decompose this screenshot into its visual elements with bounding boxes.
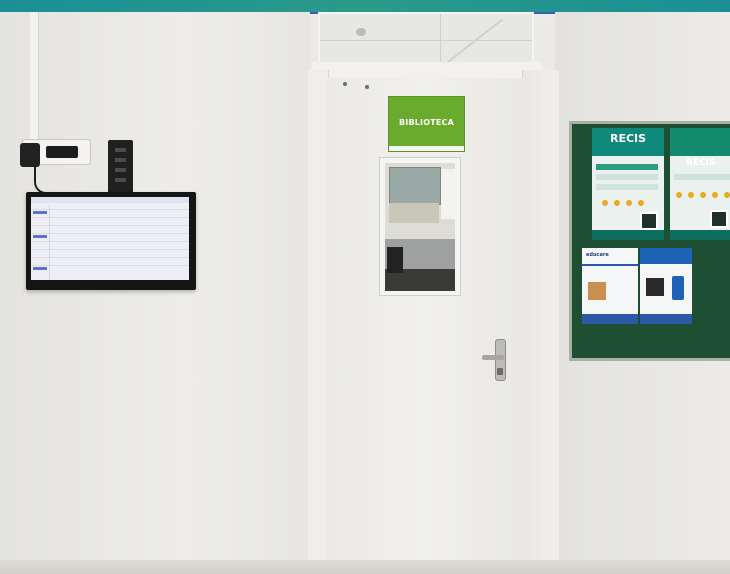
tv-table-line [31,233,189,234]
door-screw [365,85,369,89]
poster-footer [670,230,730,240]
poster-footer [592,230,664,240]
flyer-footer [582,314,638,324]
ceiling-light [356,28,366,36]
tv-table-line [31,257,189,258]
power-adapter [20,143,40,167]
qr-code-icon [710,210,728,228]
door-frame-right [522,70,559,574]
power-cable [34,166,60,194]
door-sign-footer [389,146,464,151]
box-port [115,158,126,162]
tv-table-line [31,249,189,250]
poster-text-strip [596,164,658,170]
door-sign: BIBLIOTECA [388,96,465,152]
poster-logo: RECIS [610,132,647,145]
bulletin-board: RECIS RECIS educare [569,121,730,361]
power-adapter [46,146,78,158]
tv-table-line [31,265,189,266]
tv-screen [31,197,189,280]
flyer-title: educare [586,252,609,258]
tv-table-line [31,225,189,226]
library-door[interactable] [326,78,524,574]
tv-table-line [31,209,189,210]
tv-table-marker [33,267,47,270]
wall-conduit [30,12,39,140]
tv-table-line [31,241,189,242]
tv-table-line [31,217,189,218]
door-lintel [312,62,542,79]
poster-text-strip [596,184,658,190]
photo-scene: BIBLIOTECA RECIS RECIS educare [0,0,730,574]
poster-icons [674,190,730,200]
educare-flyer: educare [582,248,638,324]
wall-tv [26,192,196,290]
left-wall [0,12,310,574]
door-sign-label: BIBLIOTECA [398,118,455,127]
app-flyer [640,248,692,324]
tv-table-marker [33,235,47,238]
poster-text-strip [596,174,658,180]
door-handle[interactable] [482,355,504,360]
box-port [115,168,126,172]
box-port [115,148,126,152]
ceiling-grid-line [320,40,532,41]
keyhole [497,368,503,375]
window-glass [385,163,455,291]
flyer-photo [588,282,606,300]
poster-text-strip [674,174,730,180]
recis-poster: RECIS [592,128,664,240]
floor [0,560,730,574]
poster-header [670,128,730,156]
flyer-footer [640,314,692,324]
tv-table-marker [33,211,47,214]
flyer-header [640,248,692,264]
interior-window [441,169,455,219]
ceiling-grid-line [440,14,441,68]
poster-logo: RECIS [686,158,716,168]
box-port [115,178,126,182]
interior-shelf [389,203,439,223]
qr-code-icon [640,212,658,230]
qr-code-icon [646,278,664,296]
door-window [379,157,461,296]
recis-poster: RECIS [670,128,730,240]
poster-icons [600,198,650,208]
interior-screen [389,167,441,205]
media-player-box [108,140,133,195]
phone-icon [672,276,684,300]
door-screw [343,82,347,86]
tv-screen-header [31,197,189,203]
interior-computer [387,247,403,273]
